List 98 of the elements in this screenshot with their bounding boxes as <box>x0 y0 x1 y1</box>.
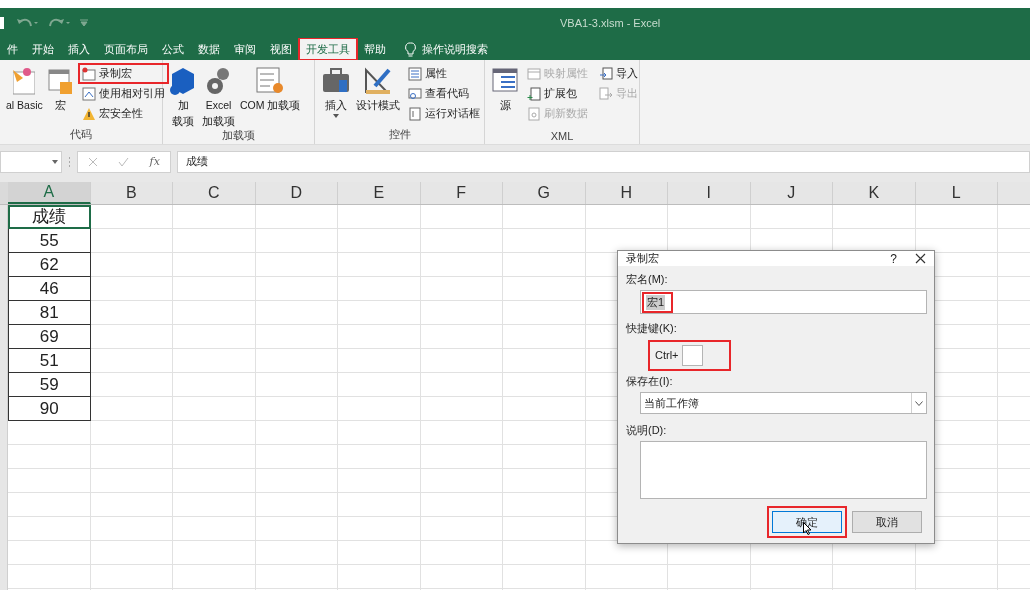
document-plus-icon <box>527 86 541 101</box>
ribbon-tab[interactable]: 公式 <box>155 38 191 60</box>
table-cell: 46 <box>8 277 91 301</box>
dialog-icon <box>408 106 422 121</box>
insert-function-button[interactable]: fx <box>149 155 160 168</box>
ribbon-tab[interactable]: 数据 <box>191 38 227 60</box>
save-icon <box>0 16 6 30</box>
table-cell: 69 <box>8 325 91 349</box>
group-label: 控件 <box>388 127 411 142</box>
ribbon-button-label[interactable]: 载项 <box>172 114 194 128</box>
table-cell: 59 <box>8 373 91 397</box>
ribbon-tab[interactable]: 开始 <box>25 38 61 60</box>
group-label: 加载项 <box>222 128 255 143</box>
column-header[interactable]: D <box>255 182 338 204</box>
ribbon-button[interactable]: 导入 <box>596 64 641 83</box>
ribbon-button[interactable]: 宏安全性 <box>78 104 168 123</box>
table-cell: 55 <box>8 229 91 253</box>
table-cell: 62 <box>8 253 91 277</box>
tell-me-search[interactable]: 操作说明搜索 <box>422 41 488 57</box>
column-header[interactable]: E <box>338 182 421 204</box>
ribbon-button[interactable]: 运行对话框 <box>405 104 483 123</box>
column-header[interactable]: J <box>750 182 833 204</box>
ribbon-button-label[interactable]: al Basic <box>6 98 43 112</box>
table-cell: 51 <box>8 349 91 373</box>
ribbon-tab[interactable]: 页面布局 <box>97 38 155 60</box>
grip-icon <box>68 155 71 168</box>
store-in-dropdown[interactable]: 当前工作簿 <box>640 392 927 414</box>
import-icon <box>599 66 613 81</box>
dialog-button[interactable]: 取消 <box>852 511 922 533</box>
undo-icon <box>16 17 38 29</box>
dialog-title: 录制宏 <box>626 251 660 266</box>
column-header[interactable]: F <box>420 182 503 204</box>
ruler-pencil-icon <box>363 66 393 96</box>
warning-icon <box>81 106 96 121</box>
ribbon-button-label[interactable]: 插入 <box>325 98 347 112</box>
caret-icon <box>52 159 58 164</box>
window-title: VBA1-3.xlsm - Excel <box>560 17 661 29</box>
ribbon-button-label[interactable]: 设计模式 <box>356 98 400 112</box>
ribbon-tab[interactable]: 开发工具 <box>299 38 357 60</box>
ribbon-button[interactable]: 属性 <box>405 64 483 83</box>
close-icon <box>915 253 926 264</box>
document-icon <box>527 106 541 121</box>
ribbon-button-label[interactable]: 源 <box>499 98 511 112</box>
group-label: XML <box>550 130 574 142</box>
ribbon-tab[interactable]: 帮助 <box>357 38 393 60</box>
document-icon <box>13 66 36 96</box>
lightbulb-icon <box>405 41 416 57</box>
ribbon-tab[interactable]: 视图 <box>263 38 299 60</box>
help-button[interactable]: ? <box>880 251 907 266</box>
customize-icon <box>80 19 88 27</box>
field-label: 保存在(I): <box>626 374 674 389</box>
ribbon-button-label[interactable]: 加 <box>177 98 189 112</box>
chevron-down-icon <box>915 400 923 406</box>
ribbon-button-label[interactable]: COM 加载项 <box>240 98 301 112</box>
sheet-icon <box>47 66 74 96</box>
name-box[interactable] <box>0 150 62 173</box>
ribbon-button-label[interactable]: 宏 <box>55 98 67 112</box>
field-label: 快捷键(K): <box>626 321 678 336</box>
checklist-icon <box>256 66 285 96</box>
column-header[interactable]: B <box>90 182 173 204</box>
ribbon-button-label[interactable]: Excel <box>205 98 232 112</box>
formula-field[interactable]: 成绩 <box>177 150 1030 173</box>
table-icon <box>527 66 541 81</box>
close-icon <box>88 156 99 167</box>
cube-icon <box>169 66 197 96</box>
ribbon-button[interactable]: 使用相对引用 <box>78 84 168 103</box>
shortcut-prefix: Ctrl+ <box>655 349 679 361</box>
selected-text: 宏1 <box>646 294 666 310</box>
macro-name-field[interactable]: 宏1 <box>640 290 927 314</box>
group-label: 代码 <box>70 127 92 142</box>
record-sheet-icon <box>81 66 96 81</box>
column-header[interactable]: L <box>915 182 998 204</box>
check-icon <box>118 156 130 167</box>
column-header[interactable]: G <box>503 182 586 204</box>
column-header[interactable]: C <box>173 182 256 204</box>
table-cell: 成绩 <box>8 205 91 229</box>
field-label: 说明(D): <box>626 423 668 438</box>
description-field[interactable] <box>640 441 927 499</box>
ribbon-tab[interactable]: 审阅 <box>227 38 263 60</box>
window-search-icon <box>408 86 422 101</box>
list-icon <box>408 66 422 81</box>
column-header[interactable]: A <box>8 182 91 204</box>
redo-icon <box>48 17 70 29</box>
export-icon <box>599 86 613 101</box>
column-header[interactable]: K <box>833 182 916 204</box>
ribbon-tab[interactable]: 件 <box>0 38 25 60</box>
column-header[interactable]: H <box>585 182 668 204</box>
ribbon-tab[interactable]: 插入 <box>61 38 97 60</box>
table-cell: 81 <box>8 301 91 325</box>
column-header[interactable]: I <box>668 182 751 204</box>
shortcut-key-field[interactable] <box>681 344 703 366</box>
sheet-icon <box>81 86 96 101</box>
table-cell: 90 <box>8 397 91 421</box>
ribbon-button[interactable]: 查看代码 <box>405 84 483 103</box>
ribbon-button-label[interactable]: 加载项 <box>202 114 235 128</box>
ribbon-button[interactable]: 录制宏 <box>78 64 168 83</box>
field-label: 宏名(M): <box>626 272 669 287</box>
ribbon-button[interactable]: 扩展包 <box>524 84 591 103</box>
